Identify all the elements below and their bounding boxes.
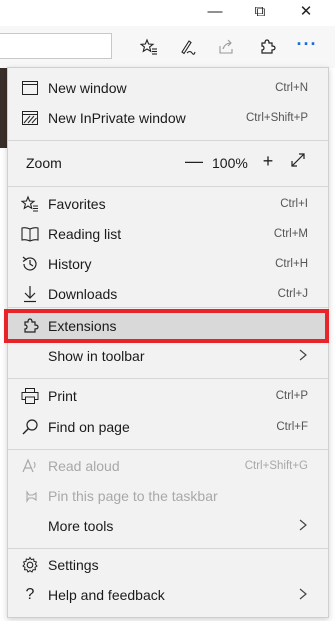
read-aloud-icon (21, 457, 39, 475)
menu-item-downloads[interactable]: Downloads Ctrl+J (8, 279, 328, 309)
window-icon (21, 79, 39, 97)
chevron-right-icon (298, 517, 308, 533)
extensions-highlight-box (4, 309, 329, 343)
menu-item-settings[interactable]: Settings (8, 550, 328, 580)
shortcut-label: Ctrl+H (275, 258, 308, 270)
menu-item-label: Settings (48, 557, 99, 573)
more-dots-icon: ··· (296, 33, 318, 54)
menu-item-show-in-toolbar[interactable]: Show in toolbar (8, 341, 328, 371)
menu-item-label: More tools (48, 518, 114, 534)
star-lines-icon (140, 38, 157, 55)
menu-item-label: Pin this page to the taskbar (48, 488, 218, 504)
menu-item-more-tools[interactable]: More tools (8, 511, 328, 541)
menu-item-pin-taskbar[interactable]: Pin this page to the taskbar (8, 481, 328, 511)
zoom-in-button[interactable]: + (258, 151, 278, 173)
menu-item-help-and-feedback[interactable]: ? Help and feedback (8, 580, 328, 610)
menu-item-label: Help and feedback (48, 587, 165, 603)
shortcut-label: Ctrl+Shift+G (244, 460, 308, 472)
title-bar: — ⧉ ✕ (0, 0, 335, 26)
puzzle-icon (261, 39, 276, 54)
menu-item-label: Read aloud (48, 458, 120, 474)
reading-list-icon (21, 225, 39, 243)
menu-item-label: New InPrivate window (48, 110, 186, 126)
menu-item-read-aloud[interactable]: Read aloud Ctrl+Shift+G (8, 451, 328, 481)
share-arrow-icon (219, 39, 233, 54)
menu-item-label: Downloads (48, 286, 118, 302)
ink-pen-icon (181, 40, 196, 55)
share-icon[interactable] (213, 35, 239, 59)
menu-separator (8, 378, 328, 379)
download-icon (21, 285, 39, 303)
menu-item-label: Reading list (48, 226, 122, 242)
menu-separator (8, 140, 328, 141)
close-button[interactable]: ✕ (296, 3, 316, 21)
menu-item-label: New window (48, 80, 127, 96)
shortcut-label: Ctrl+J (277, 288, 308, 300)
menu-item-label: History (48, 256, 92, 272)
menu-item-favorites[interactable]: Favorites Ctrl+I (8, 189, 328, 219)
settings-and-more-button[interactable]: ··· (290, 33, 324, 59)
zoom-level: 100% (212, 155, 248, 171)
shortcut-label: Ctrl+M (273, 228, 308, 240)
fullscreen-icon[interactable] (290, 152, 310, 172)
minimize-button[interactable]: — (205, 3, 225, 21)
zoom-label: Zoom (26, 155, 62, 171)
menu-item-find-on-page[interactable]: Find on page Ctrl+F (8, 412, 328, 442)
shortcut-label: Ctrl+P (275, 390, 308, 402)
shortcut-label: Ctrl+Shift+P (246, 112, 308, 124)
zoom-row: Zoom — 100% + (8, 148, 328, 178)
search-icon (21, 418, 39, 436)
chevron-right-icon (298, 586, 308, 602)
menu-separator (8, 449, 328, 450)
menu-item-label: Favorites (48, 196, 106, 212)
shortcut-label: Ctrl+I (280, 198, 308, 210)
pin-icon (21, 487, 39, 505)
menu-separator (8, 307, 328, 308)
gear-icon (21, 556, 39, 574)
address-bar[interactable] (0, 33, 112, 59)
inprivate-window-icon (21, 109, 39, 127)
pen-icon[interactable] (174, 35, 200, 59)
favorites-star-icon[interactable] (136, 35, 162, 59)
zoom-out-button[interactable]: — (184, 151, 204, 173)
menu-item-reading-list[interactable]: Reading list Ctrl+M (8, 219, 328, 249)
history-icon (21, 255, 39, 273)
restore-button[interactable]: ⧉ (250, 3, 270, 21)
menu-item-label: Show in toolbar (48, 348, 145, 364)
shortcut-label: Ctrl+F (276, 421, 308, 433)
extensions-puzzle-icon[interactable] (254, 35, 280, 59)
menu-separator (8, 548, 328, 549)
menu-separator (8, 186, 328, 187)
menu-item-print[interactable]: Print Ctrl+P (8, 381, 328, 411)
menu-item-new-window[interactable]: New window Ctrl+N (8, 73, 328, 103)
chevron-right-icon (298, 347, 308, 363)
shortcut-label: Ctrl+N (275, 82, 308, 94)
printer-icon (21, 387, 39, 405)
question-mark-icon: ? (25, 586, 35, 603)
menu-item-new-inprivate-window[interactable]: New InPrivate window Ctrl+Shift+P (8, 103, 328, 133)
menu-item-label: Find on page (48, 419, 130, 435)
menu-item-history[interactable]: History Ctrl+H (8, 249, 328, 279)
toolbar: ··· (0, 26, 335, 68)
menu-item-label: Print (48, 388, 77, 404)
favorites-icon (21, 195, 39, 213)
